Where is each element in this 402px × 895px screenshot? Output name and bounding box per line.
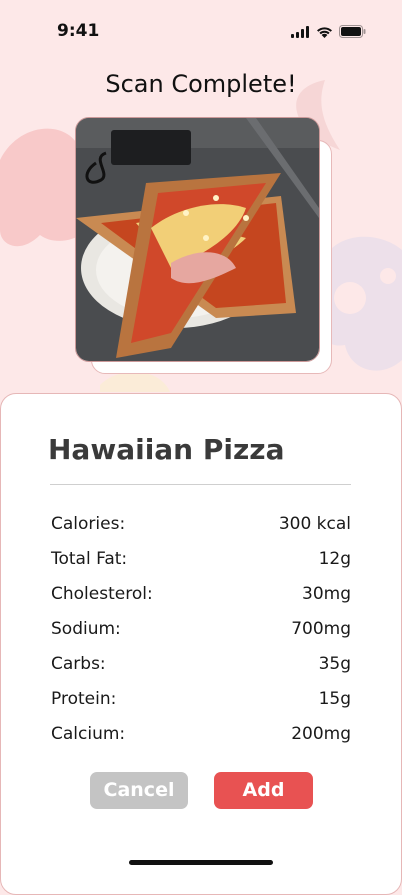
nutrient-value: 15g: [318, 689, 351, 709]
nutrient-value: 35g: [318, 654, 351, 674]
cancel-button[interactable]: Cancel: [90, 772, 188, 809]
nutrient-row-carbs: Carbs: 35g: [51, 654, 351, 678]
nutrient-row-cholesterol: Cholesterol: 30mg: [51, 584, 351, 608]
add-button[interactable]: Add: [214, 772, 313, 809]
nutrient-value: 700mg: [291, 619, 351, 639]
nutrient-label: Calories:: [51, 514, 126, 534]
status-time: 9:41: [57, 21, 100, 41]
status-icons: [291, 25, 366, 38]
nutrient-label: Calcium:: [51, 724, 126, 744]
nutrient-label: Sodium:: [51, 619, 121, 639]
home-indicator[interactable]: [129, 860, 273, 865]
wifi-icon: [317, 26, 332, 38]
nutrient-value: 12g: [318, 549, 351, 569]
cellular-signal-icon: [291, 25, 309, 38]
nutrient-label: Cholesterol:: [51, 584, 153, 604]
divider: [50, 484, 351, 485]
nutrient-row-calories: Calories: 300 kcal: [51, 514, 351, 538]
page-title: Scan Complete!: [105, 70, 297, 98]
nutrient-label: Total Fat:: [51, 549, 128, 569]
nutrient-value: 300 kcal: [278, 514, 351, 534]
food-photo: [75, 117, 320, 362]
nutrient-value: 200mg: [291, 724, 351, 744]
nutrient-row-sodium: Sodium: 700mg: [51, 619, 351, 643]
status-bar: 9:41: [0, 0, 402, 54]
nutrition-card: [0, 393, 402, 895]
nutrient-label: Carbs:: [51, 654, 106, 674]
nutrient-value: 30mg: [302, 584, 351, 604]
nutrient-row-calcium: Calcium: 200mg: [51, 724, 351, 748]
nutrient-label: Protein:: [51, 689, 117, 709]
nutrient-row-protein: Protein: 15g: [51, 689, 351, 713]
nutrient-row-total-fat: Total Fat: 12g: [51, 549, 351, 573]
food-name: Hawaiian Pizza: [48, 433, 285, 466]
battery-icon: [339, 25, 366, 38]
